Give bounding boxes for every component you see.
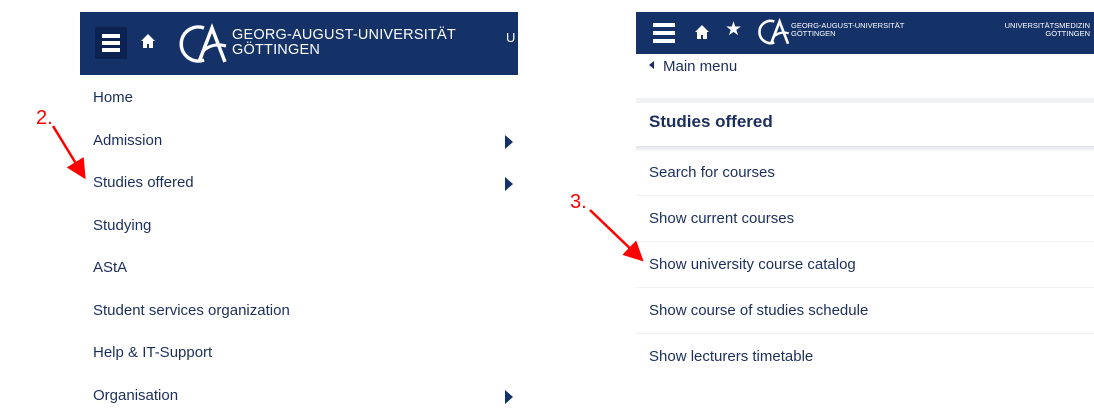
step-3-arrow [590,210,640,258]
step-2-arrow [53,126,83,175]
annotation-arrows [0,0,1094,400]
